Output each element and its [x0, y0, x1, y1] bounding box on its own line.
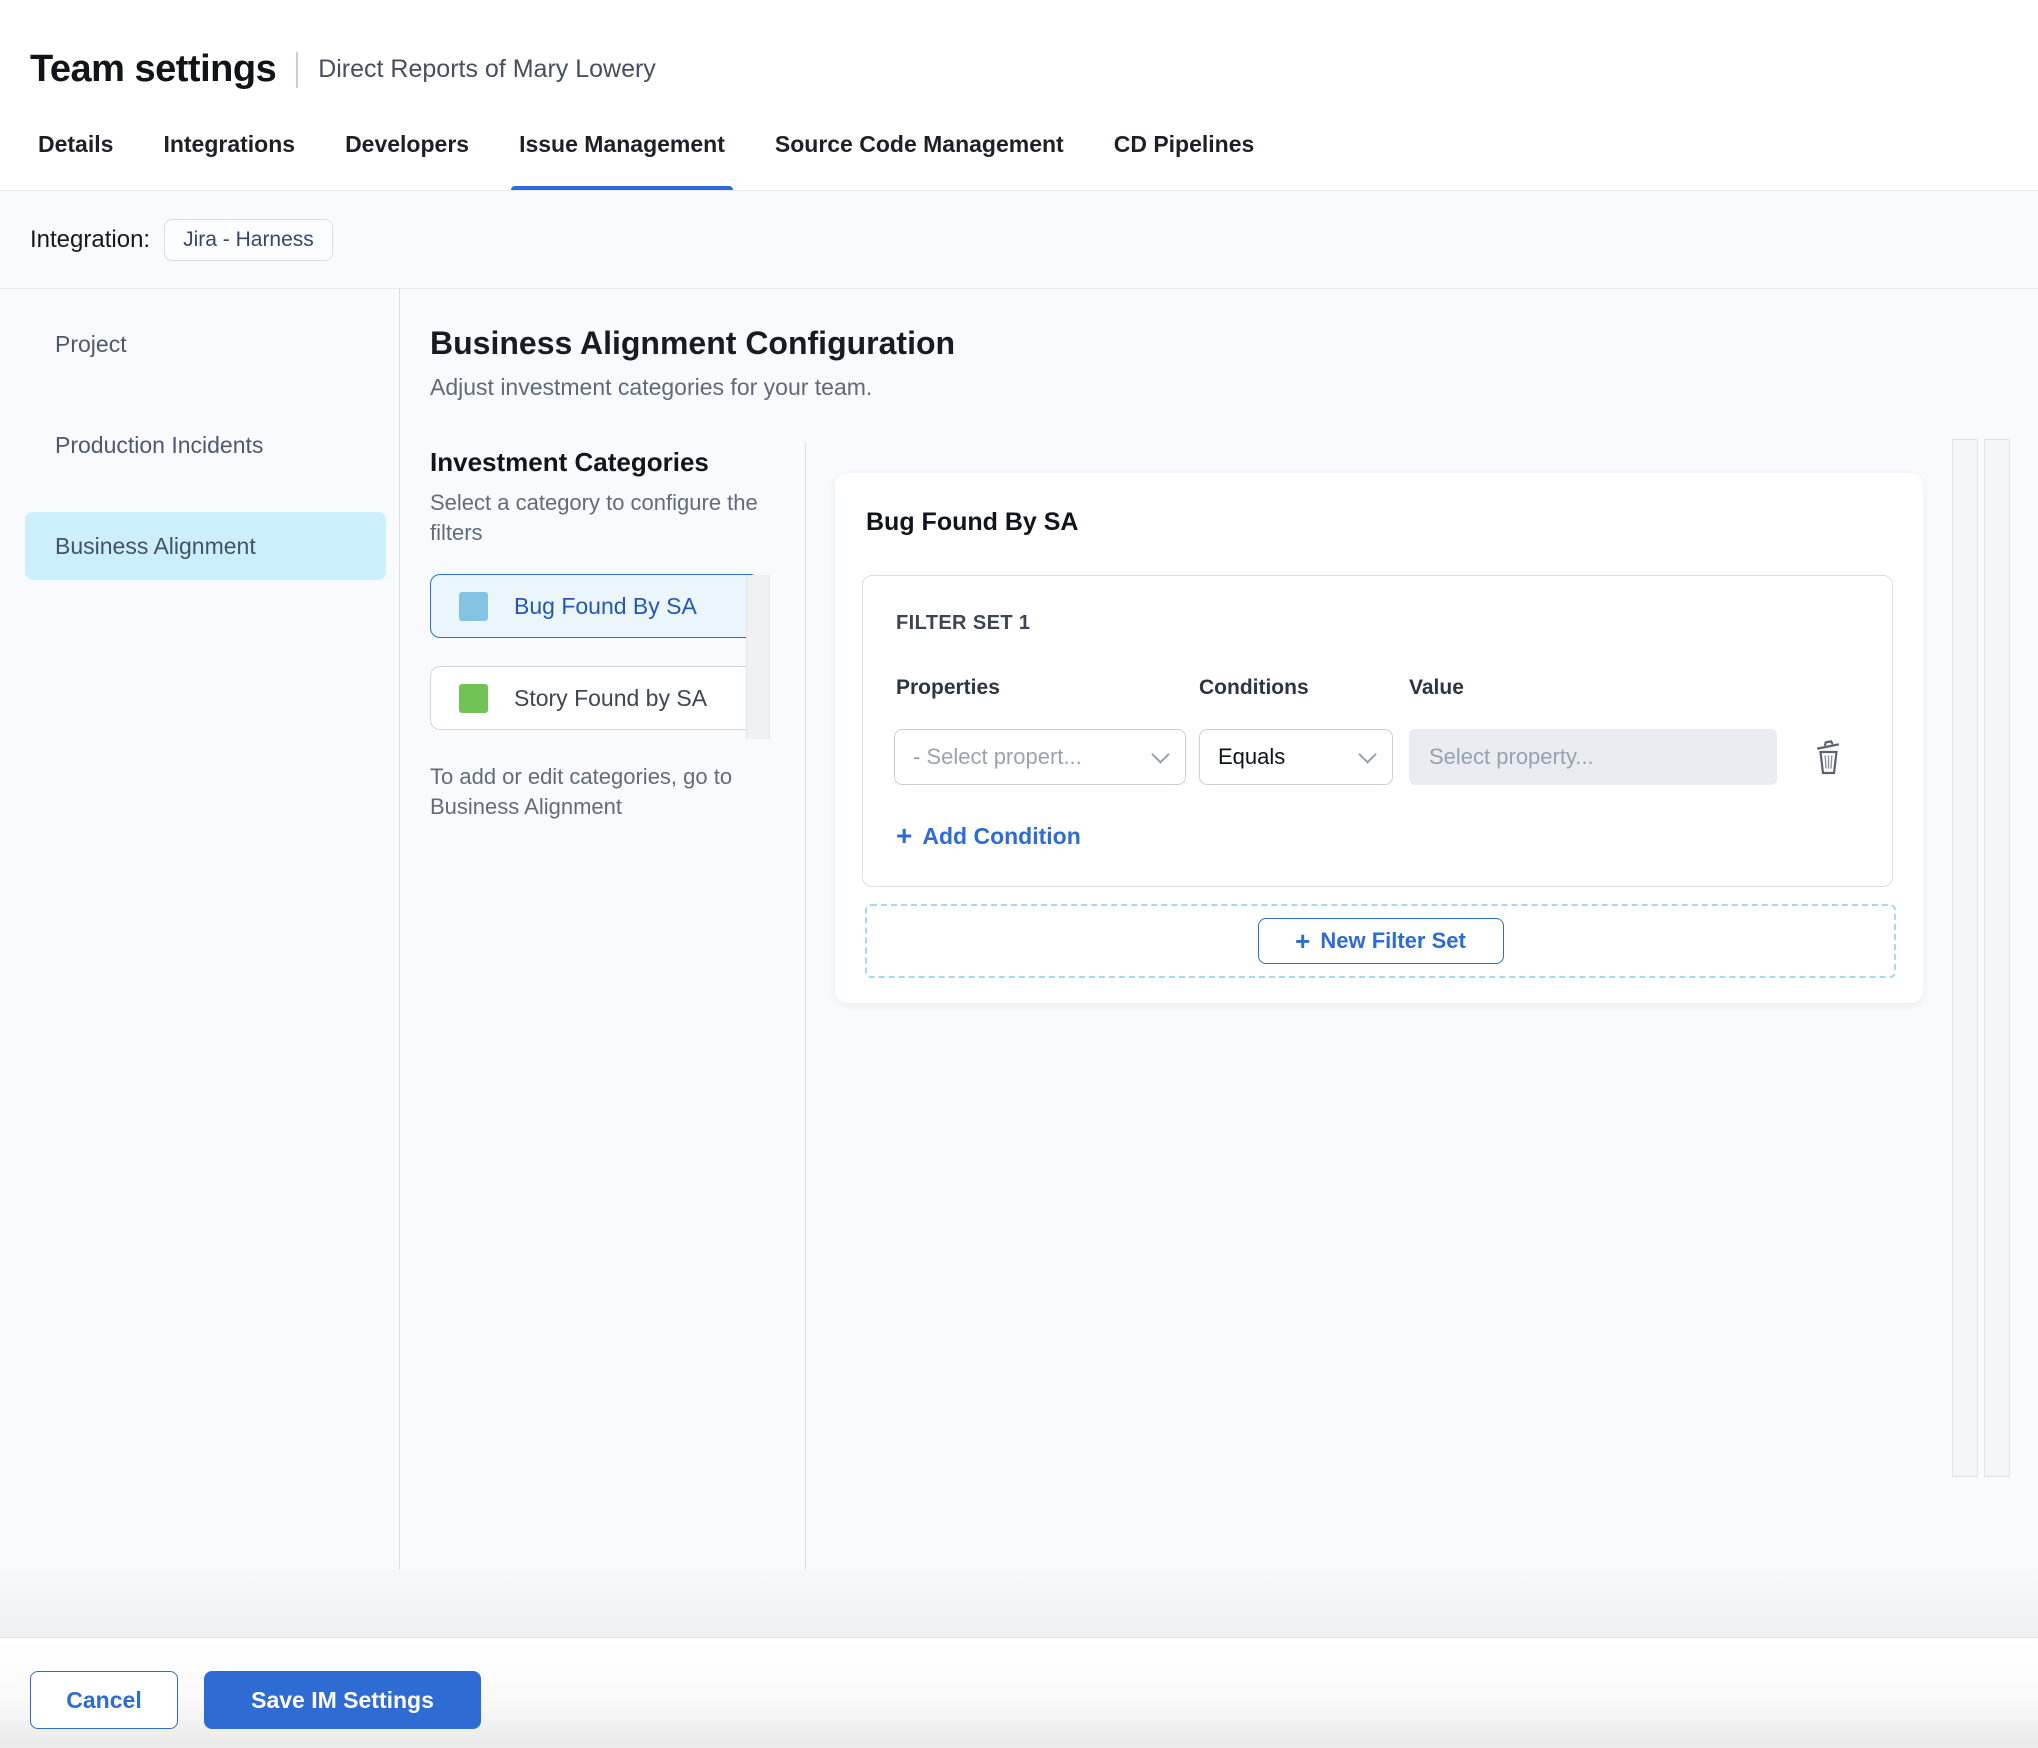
filter-config-card: Bug Found By SA FILTER SET 1 Properties …: [835, 473, 1923, 1003]
tab-label: Source Code Management: [774, 131, 1064, 157]
footer-bar: Cancel Save IM Settings: [0, 1637, 2038, 1748]
property-select-placeholder: - Select propert...: [913, 744, 1082, 769]
scrollbar-track-inner[interactable]: [1984, 439, 2010, 1477]
integration-chip[interactable]: Jira - Harness: [164, 218, 333, 261]
tab-details[interactable]: Details: [38, 99, 113, 190]
main-heading-block: Business Alignment Configuration Adjust …: [430, 322, 955, 401]
add-condition-label: Add Condition: [922, 822, 1081, 849]
categories-helper-text: Select a category to configure the filte…: [430, 490, 758, 545]
new-filter-set-label: New Filter Set: [1320, 928, 1466, 953]
tab-bar: Details Integrations Developers Issue Ma…: [0, 99, 2038, 191]
categories-footnote: To add or edit categories, go to Busines…: [430, 764, 733, 819]
condition-select-value: Equals: [1218, 744, 1286, 769]
category-color-swatch: [459, 591, 488, 621]
tab-cd-pipelines[interactable]: CD Pipelines: [1114, 99, 1255, 190]
page-subtitle: Direct Reports of Mary Lowery: [318, 55, 656, 83]
tab-integrations[interactable]: Integrations: [163, 99, 295, 190]
integration-row: Integration: Jira - Harness: [0, 191, 2038, 289]
sidebar-item-label: Production Incidents: [55, 431, 264, 458]
tab-label: Issue Management: [519, 131, 725, 157]
settings-sidebar: Project Production Incidents Business Al…: [0, 288, 400, 1570]
category-label: Bug Found By SA: [514, 592, 697, 619]
content-bottom-fade: [0, 1560, 2038, 1637]
new-filter-set-dropzone: + New Filter Set: [865, 904, 1896, 978]
filter-card-title: Bug Found By SA: [866, 508, 1079, 536]
title-divider: [296, 51, 299, 88]
sidebar-item-label: Project: [55, 330, 127, 357]
category-label: Story Found by SA: [514, 684, 708, 711]
plus-icon: +: [896, 820, 913, 851]
column-header-value: Value: [1409, 676, 1464, 699]
tab-label: Details: [38, 131, 114, 157]
tab-developers[interactable]: Developers: [345, 99, 469, 190]
property-select[interactable]: - Select propert...: [894, 729, 1186, 785]
sidebar-item-project[interactable]: Project: [25, 310, 386, 378]
tab-issue-management[interactable]: Issue Management: [511, 99, 733, 190]
category-story-found-by-sa[interactable]: Story Found by SA: [430, 666, 760, 730]
header-row: Team settings Direct Reports of Mary Low…: [30, 48, 656, 91]
chevron-down-icon: [1358, 744, 1377, 764]
column-header-conditions: Conditions: [1199, 676, 1309, 699]
team-settings-page: Team settings Direct Reports of Mary Low…: [0, 0, 2038, 1748]
page-title: Team settings: [30, 48, 277, 90]
condition-select[interactable]: Equals: [1199, 729, 1393, 785]
tab-source-code-management[interactable]: Source Code Management: [775, 99, 1064, 190]
category-list-scrollbar[interactable]: [746, 575, 770, 739]
section-title: Business Alignment Configuration: [430, 325, 956, 361]
add-condition-button[interactable]: + Add Condition: [896, 822, 1081, 850]
sidebar-item-label: Business Alignment: [55, 532, 256, 559]
delete-condition-button[interactable]: [1806, 736, 1850, 780]
integration-label: Integration:: [30, 225, 151, 253]
categories-heading: Investment Categories: [430, 447, 709, 477]
sidebar-item-business-alignment[interactable]: Business Alignment: [25, 512, 386, 580]
filter-set-box: FILTER SET 1 Properties Conditions Value…: [862, 575, 1893, 887]
category-bug-found-by-sa[interactable]: Bug Found By SA: [430, 574, 760, 638]
tab-label: Integrations: [163, 131, 296, 157]
tab-label: Developers: [345, 131, 470, 157]
save-im-settings-button[interactable]: Save IM Settings: [204, 1671, 481, 1729]
filter-set-title: FILTER SET 1: [896, 612, 1031, 634]
sidebar-item-production-incidents[interactable]: Production Incidents: [25, 411, 386, 479]
column-header-properties: Properties: [896, 676, 1000, 699]
new-filter-set-button[interactable]: + New Filter Set: [1257, 918, 1504, 964]
plus-icon: +: [1295, 926, 1311, 956]
cancel-button[interactable]: Cancel: [30, 1671, 178, 1729]
scrollbar-track-outer[interactable]: [1952, 439, 1978, 1477]
trash-icon: [1816, 740, 1840, 775]
value-input[interactable]: [1409, 729, 1777, 785]
category-color-swatch: [459, 683, 488, 713]
chevron-down-icon: [1151, 744, 1170, 764]
page-header: Team settings Direct Reports of Mary Low…: [0, 0, 2038, 191]
tab-label: CD Pipelines: [1113, 131, 1255, 157]
section-subtitle: Adjust investment categories for your te…: [430, 374, 873, 400]
